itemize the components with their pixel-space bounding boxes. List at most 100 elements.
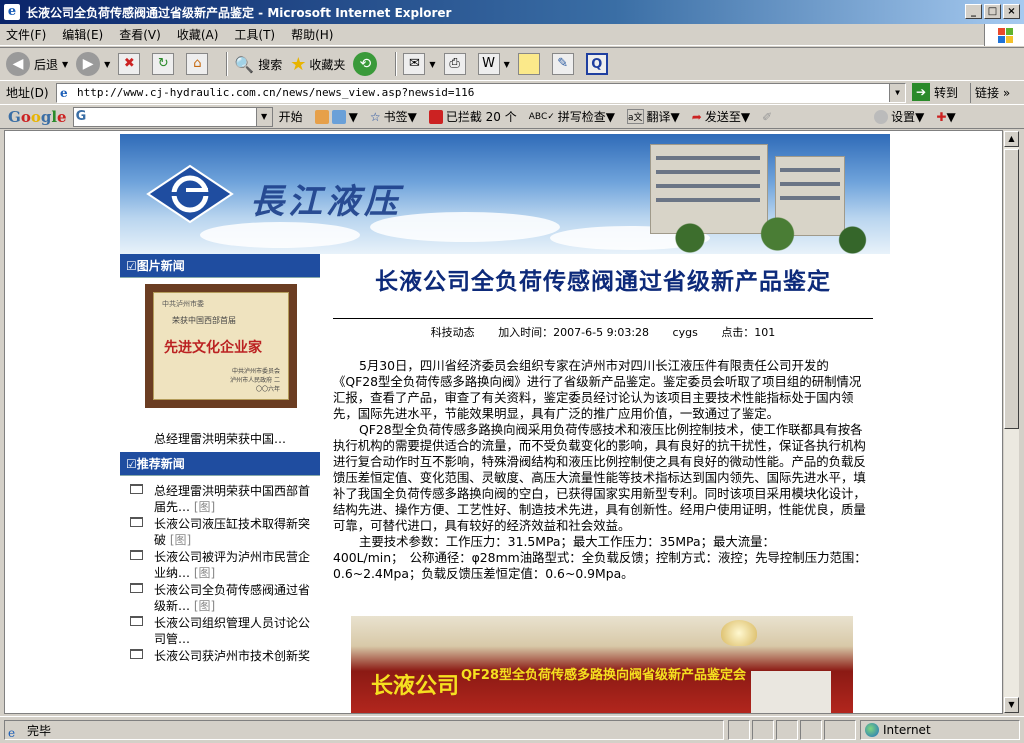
forward-arrow-icon: ▶ bbox=[76, 52, 101, 76]
minimize-button[interactable]: _ bbox=[965, 4, 982, 19]
addon-button[interactable]: Q bbox=[585, 53, 612, 75]
list-item[interactable]: 长液公司液压缸技术取得新突破 [图] bbox=[120, 515, 320, 548]
company-logo bbox=[146, 164, 234, 224]
list-item[interactable]: 总经理雷洪明荣获中国西部首届先… [图] bbox=[120, 482, 320, 515]
article-paragraph: QF28型全负荷传感多路换向阀采用负荷传感技术和液压比例控制技术，使工作联都具有… bbox=[333, 422, 866, 533]
window-title: 长液公司全负荷传感阀通过省级新产品鉴定 - Microsoft Internet… bbox=[26, 5, 452, 20]
scroll-down-icon[interactable]: ▼ bbox=[1004, 697, 1019, 713]
menu-file[interactable]: 文件(F) bbox=[6, 26, 46, 43]
sidebar: ☑图片新闻 中共泸州市委 荣获中国西部首届 先进文化企业家 中共泸州市委员会 泸… bbox=[120, 254, 320, 713]
brand-calligraphy: 長江液压 bbox=[250, 182, 402, 222]
highlight-button[interactable]: ✐ bbox=[762, 110, 772, 124]
recommended-news-list: 总经理雷洪明荣获中国西部首届先… [图] 长液公司液压缸技术取得新突破 [图] … bbox=[120, 476, 320, 664]
back-arrow-icon: ◀ bbox=[6, 52, 30, 76]
favorites-button[interactable]: ★ 收藏夹 bbox=[290, 54, 345, 75]
list-item[interactable]: 长液公司组织管理人员讨论公司管… bbox=[120, 614, 320, 647]
menu-favorites[interactable]: 收藏(A) bbox=[177, 26, 219, 43]
sendto-icon: ➦ bbox=[691, 109, 702, 124]
security-zone: Internet bbox=[860, 720, 1020, 740]
translate-icon: a文 bbox=[627, 109, 644, 124]
scroll-thumb[interactable] bbox=[1004, 149, 1019, 429]
go-button[interactable]: ➔ 转到 bbox=[912, 83, 958, 101]
page-viewport[interactable]: 長江液压 ☑图片新闻 中共泸州市委 荣获中国西部首届 先进文化企业家 中共泸州市… bbox=[4, 130, 1003, 714]
article-author: cygs bbox=[672, 326, 698, 339]
vertical-scrollbar[interactable]: ▲ ▼ bbox=[1003, 130, 1020, 714]
web-page: 長江液压 ☑图片新闻 中共泸州市委 荣获中国西部首届 先进文化企业家 中共泸州市… bbox=[120, 131, 890, 713]
google-start-button[interactable]: 开始 bbox=[279, 108, 303, 125]
article-specs: 400L/min； 公称通径：φ28mm油路型式：全负载反馈；控制方式：液控；先… bbox=[333, 550, 867, 581]
messenger-button[interactable]: ✎ bbox=[551, 53, 578, 75]
address-dropdown-icon[interactable]: ▼ bbox=[889, 84, 905, 102]
menu-bar: 文件(F) 编辑(E) 查看(V) 收藏(A) 工具(T) 帮助(H) bbox=[0, 24, 1024, 46]
list-item[interactable]: 长液公司全负荷传感阀通过省级新… [图] bbox=[120, 581, 320, 614]
star-icon: ★ bbox=[290, 53, 307, 75]
settings-button[interactable]: 设置 ▼ bbox=[874, 108, 924, 125]
award-plaque-image[interactable]: 中共泸州市委 荣获中国西部首届 先进文化企业家 中共泸州市委员会 泸州市人民政府… bbox=[145, 284, 297, 408]
close-button[interactable]: × bbox=[1003, 4, 1020, 19]
article-main: 长液公司全负荷传感阀通过省级新产品鉴定 科技动态 加入时间：2007-6-5 9… bbox=[333, 254, 873, 713]
edit-icon: W bbox=[477, 53, 500, 75]
folder-icon bbox=[130, 616, 143, 626]
links-button[interactable]: 链接 » bbox=[970, 83, 1010, 103]
google-toolbar: Google G ▼ 开始 ▼ ☆ 书签 ▼ 已拦截 20 个 ABC✓ 拼写检查 ▼ a… bbox=[0, 105, 1024, 129]
menu-edit[interactable]: 编辑(E) bbox=[62, 26, 103, 43]
menu-help[interactable]: 帮助(H) bbox=[291, 26, 333, 43]
recommended-news-header: ☑推荐新闻 bbox=[120, 452, 320, 476]
folder-icon bbox=[130, 583, 143, 593]
addon-icon: Q bbox=[585, 53, 608, 75]
picture-caption-link[interactable]: 总经理雷洪明荣获中国… bbox=[120, 430, 320, 447]
list-item[interactable]: 长液公司被评为泸州市民营企业纳… [图] bbox=[120, 548, 320, 581]
scroll-up-icon[interactable]: ▲ bbox=[1004, 131, 1019, 147]
google-search-input[interactable]: G ▼ bbox=[72, 106, 273, 127]
google-dropdown-icon[interactable]: ▼ bbox=[255, 107, 272, 126]
bookmarks-button[interactable]: ☆ 书签 ▼ bbox=[370, 108, 417, 125]
popup-blocker-icon bbox=[428, 109, 443, 124]
page-done-icon: e bbox=[8, 726, 16, 740]
refresh-button[interactable]: ↻ bbox=[152, 53, 178, 75]
menu-tools[interactable]: 工具(T) bbox=[234, 26, 275, 43]
folder-icon bbox=[130, 484, 143, 494]
home-button[interactable]: ⌂ bbox=[186, 53, 212, 75]
projection-screen bbox=[751, 671, 831, 713]
site-banner: 長江液压 bbox=[120, 134, 890, 254]
mail-button[interactable]: ✉ ▼ bbox=[403, 53, 436, 75]
search-button[interactable]: 🔍 搜索 bbox=[234, 55, 282, 74]
history-button[interactable]: ⟲ bbox=[353, 52, 381, 76]
messenger-icon: ✎ bbox=[551, 53, 574, 75]
popup-blocker-button[interactable]: 已拦截 20 个 bbox=[428, 108, 517, 125]
print-button[interactable]: ⎙ bbox=[443, 53, 470, 75]
back-button[interactable]: ◀ 后退 ▼ bbox=[6, 52, 68, 76]
maximize-button[interactable]: □ bbox=[984, 4, 1001, 19]
forward-button[interactable]: ▶ ▼ bbox=[76, 52, 110, 76]
menu-view[interactable]: 查看(V) bbox=[119, 26, 161, 43]
browser-window: e 长液公司全负荷传感阀通过省级新产品鉴定 - Microsoft Intern… bbox=[0, 0, 1024, 743]
sendto-button[interactable]: ➦ 发送至 ▼ bbox=[692, 108, 750, 125]
edit-button[interactable]: W ▼ bbox=[477, 53, 510, 75]
home-icon: ⌂ bbox=[186, 53, 209, 75]
google-logo: Google bbox=[8, 107, 67, 126]
stop-button[interactable]: ✖ bbox=[118, 53, 144, 75]
google-news-button[interactable]: ▼ bbox=[314, 109, 358, 124]
folder-icon bbox=[130, 517, 143, 527]
google-extra-button[interactable]: ✚ ▼ bbox=[936, 110, 955, 124]
refresh-icon: ↻ bbox=[152, 53, 175, 75]
meeting-photo: 长液公司 QF28型全负荷传感多路换向阀省级新产品鉴定会 bbox=[351, 616, 853, 713]
folder-icon bbox=[130, 649, 143, 659]
page-icon: e bbox=[60, 86, 68, 100]
spellcheck-button[interactable]: ABC✓ 拼写检查 ▼ bbox=[529, 108, 615, 125]
trees-decoration bbox=[640, 214, 890, 254]
settings-icon bbox=[874, 109, 889, 124]
translate-button[interactable]: a文 翻译 ▼ bbox=[627, 108, 680, 125]
mail-icon: ✉ bbox=[403, 53, 426, 75]
article-body: 5月30日，四川省经济委员会组织专家在泸州市对四川长江液压件有限责任公司开发的《… bbox=[333, 358, 873, 582]
address-input[interactable]: e http://www.cj-hydraulic.com.cn/news/ne… bbox=[56, 83, 906, 103]
status-bar: e 完毕 Internet bbox=[0, 716, 1024, 743]
globe-icon bbox=[865, 723, 879, 737]
list-item[interactable]: 长液公司获泸州市技术创新奖 bbox=[120, 647, 320, 664]
search-icon: 🔍 bbox=[234, 54, 255, 74]
notes-button[interactable] bbox=[517, 53, 544, 75]
article-category: 科技动态 bbox=[430, 326, 475, 339]
bookmark-star-icon: ☆ bbox=[369, 109, 381, 124]
folder-icon bbox=[130, 550, 143, 560]
options-icon bbox=[331, 109, 346, 124]
